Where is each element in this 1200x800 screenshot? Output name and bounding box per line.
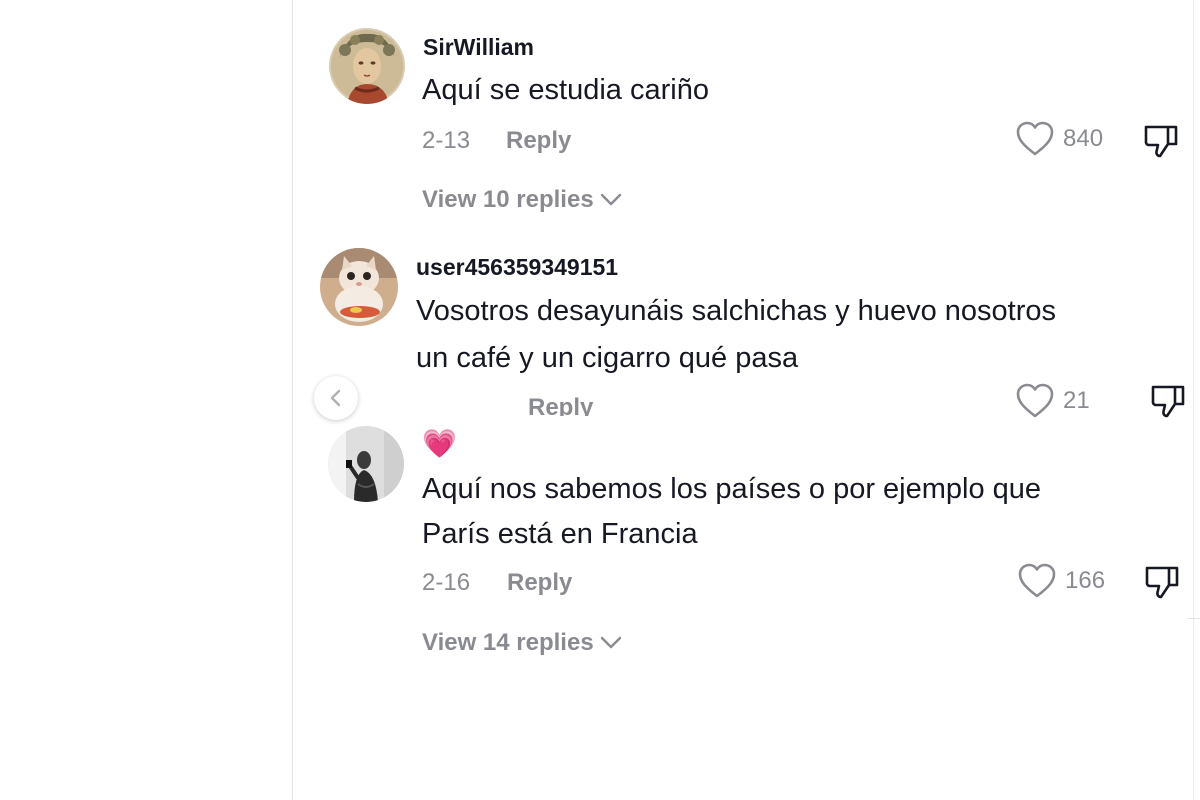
view-replies-button[interactable]: View 14 replies xyxy=(422,629,622,657)
dislike-button[interactable] xyxy=(1149,382,1187,425)
previous-button[interactable] xyxy=(314,376,358,420)
cat-avatar-image xyxy=(320,248,398,326)
left-panel xyxy=(0,0,293,800)
view-replies-label: View 14 replies xyxy=(422,629,594,656)
dislike-button[interactable] xyxy=(1143,563,1181,606)
comment-text: Aquí se estudia cariño xyxy=(422,74,709,106)
like-button[interactable]: 166 xyxy=(1017,562,1105,600)
comment-text-line: Vosotros desayunáis salchichas y huevo n… xyxy=(416,295,1056,327)
view-replies-label: View 10 replies xyxy=(422,186,594,213)
comment-text-line: un café y un cigarro qué pasa xyxy=(416,342,799,374)
thumbs-down-icon xyxy=(1144,125,1178,158)
dislike-button[interactable] xyxy=(1142,122,1180,165)
chevron-left-icon xyxy=(330,389,341,407)
comment-username[interactable]: 💗 xyxy=(422,428,457,460)
thumbs-down-icon xyxy=(1145,566,1179,599)
chevron-down-icon xyxy=(600,193,621,206)
divider xyxy=(1188,618,1200,619)
mosaic-portrait-avatar-image xyxy=(329,28,405,104)
mirror-selfie-avatar-image xyxy=(328,426,404,502)
right-panel-edge xyxy=(1193,0,1200,800)
like-count: 166 xyxy=(1065,567,1106,594)
comment-date: 2-13 xyxy=(422,127,471,154)
comment-text-line: París está en Francia xyxy=(422,518,698,550)
avatar[interactable] xyxy=(320,248,398,326)
comments-page: SirWilliam Aquí se estudia cariño 2-13 R… xyxy=(0,0,1200,800)
reply-button[interactable]: Reply xyxy=(507,569,572,597)
comment-text-line: Aquí nos sabemos los países o por ejempl… xyxy=(422,473,1042,505)
comment-username[interactable]: SirWilliam xyxy=(423,34,534,61)
like-button[interactable]: 840 xyxy=(1015,120,1103,158)
heart-outline-icon xyxy=(1016,121,1054,156)
like-count: 840 xyxy=(1063,125,1104,152)
like-count: 21 xyxy=(1063,387,1090,414)
avatar[interactable] xyxy=(329,28,405,104)
like-button[interactable]: 21 xyxy=(1015,382,1090,420)
view-replies-button[interactable]: View 10 replies xyxy=(422,186,622,214)
reply-button[interactable]: Reply xyxy=(506,127,571,155)
chevron-down-icon xyxy=(600,636,621,649)
avatar[interactable] xyxy=(328,426,404,502)
comment-date: 2-16 xyxy=(422,569,471,596)
heart-outline-icon xyxy=(1016,383,1054,418)
heart-outline-icon xyxy=(1018,563,1056,598)
reply-clip: Reply xyxy=(528,390,648,416)
comment-username[interactable]: user456359349151 xyxy=(416,254,618,281)
reply-button[interactable]: Reply xyxy=(528,394,593,416)
thumbs-down-icon xyxy=(1151,385,1185,418)
